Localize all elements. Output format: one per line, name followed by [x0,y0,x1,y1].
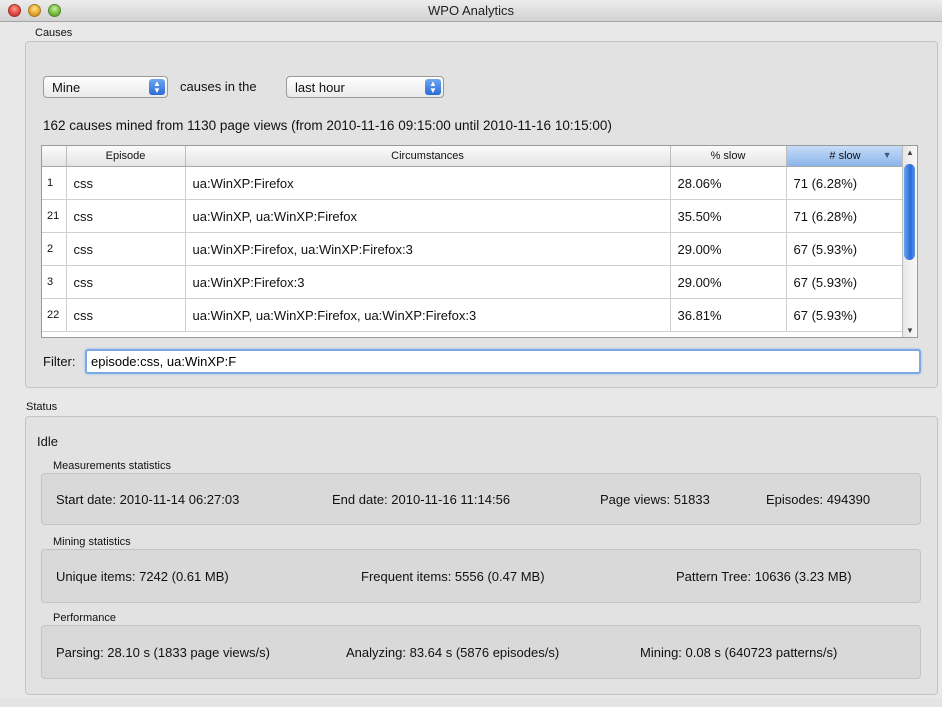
measurements-label: Measurements statistics [53,460,171,472]
table-row[interactable]: 22 css ua:WinXP, ua:WinXP:Firefox, ua:Wi… [42,298,905,332]
cell-episode: css [66,298,186,332]
column-header-number-slow[interactable]: # slow ▼ [786,146,905,167]
table-row[interactable]: 2 css ua:WinXP:Firefox, ua:WinXP:Firefox… [42,232,905,266]
causes-table: Episode Circumstances % slow # slow ▼ 1 … [41,145,918,338]
cell-percent-slow: 36.81% [670,298,787,332]
scrollbar-thumb[interactable] [904,164,915,260]
parsing-performance: Parsing: 28.10 s (1833 page views/s) [56,645,270,660]
cell-index: 22 [42,298,67,332]
cell-index: 3 [42,265,67,299]
updown-arrows-icon: ▲ ▼ [425,79,441,95]
cell-circumstances: ua:WinXP, ua:WinXP:Firefox, ua:WinXP:Fir… [185,298,671,332]
status-state: Idle [37,434,58,449]
table-header-row: Episode Circumstances % slow # slow ▼ [42,146,905,167]
table-row[interactable]: 21 css ua:WinXP, ua:WinXP:Firefox 35.50%… [42,199,905,233]
filter-input[interactable] [85,349,921,374]
causes-section-label: Causes [35,27,73,39]
scroll-down-arrow-icon[interactable]: ▼ [906,326,914,335]
cell-number-slow: 67 (5.93%) [786,298,905,332]
page-views: Page views: 51833 [600,492,710,507]
column-header-index[interactable] [42,146,67,167]
cell-circumstances: ua:WinXP:Firefox:3 [185,265,671,299]
period-select[interactable]: last hour ▲ ▼ [286,76,444,98]
cell-index: 1 [42,166,67,200]
cell-number-slow: 67 (5.93%) [786,265,905,299]
cell-index: 21 [42,199,67,233]
cell-percent-slow: 29.00% [670,265,787,299]
cell-episode: css [66,265,186,299]
episodes: Episodes: 494390 [766,492,871,507]
period-select-value: last hour [295,80,345,95]
cell-circumstances: ua:WinXP:Firefox, ua:WinXP:Firefox:3 [185,232,671,266]
performance-label: Performance [53,612,116,624]
title-bar: WPO Analytics [0,0,942,22]
analyzing-performance: Analyzing: 83.64 s (5876 episodes/s) [346,645,560,660]
cell-percent-slow: 29.00% [670,232,787,266]
filter-label: Filter: [43,354,76,369]
table-row[interactable]: 3 css ua:WinXP:Firefox:3 29.00% 67 (5.93… [42,265,905,299]
cell-number-slow: 71 (6.28%) [786,199,905,233]
status-section-label: Status [26,401,58,413]
column-header-episode[interactable]: Episode [66,146,186,167]
end-date: End date: 2010-11-16 11:14:56 [332,492,511,507]
cell-percent-slow: 35.50% [670,199,787,233]
cell-episode: css [66,232,186,266]
unique-items: Unique items: 7242 (0.61 MB) [56,569,229,584]
mining-summary: 162 causes mined from 1130 page views (f… [43,118,612,133]
scroll-up-arrow-icon[interactable]: ▲ [906,148,914,157]
causes-in-label: causes in the [180,79,257,94]
cell-circumstances: ua:WinXP:Firefox [185,166,671,200]
table-row[interactable]: 1 css ua:WinXP:Firefox 28.06% 71 (6.28%) [42,166,905,200]
column-header-number-slow-label: # slow [829,150,861,162]
column-header-circumstances[interactable]: Circumstances [185,146,671,167]
cell-percent-slow: 28.06% [670,166,787,200]
cell-episode: css [66,199,186,233]
window-bottom-edge [0,698,942,707]
mode-select-value: Mine [52,80,81,95]
cell-episode: css [66,166,186,200]
frequent-items: Frequent items: 5556 (0.47 MB) [361,569,545,584]
cell-index: 2 [42,232,67,266]
mining-statistics-label: Mining statistics [53,536,131,548]
cell-number-slow: 67 (5.93%) [786,232,905,266]
window-title: WPO Analytics [428,3,514,18]
sort-descending-icon: ▼ [882,150,892,160]
table-scrollbar[interactable]: ▲ ▼ [902,146,917,337]
updown-arrows-icon: ▲ ▼ [149,79,165,95]
column-header-percent-slow[interactable]: % slow [670,146,787,167]
cell-number-slow: 71 (6.28%) [786,166,905,200]
mode-select[interactable]: Mine ▲ ▼ [43,76,168,98]
pattern-tree: Pattern Tree: 10636 (3.23 MB) [676,569,852,584]
cell-circumstances: ua:WinXP, ua:WinXP:Firefox [185,199,671,233]
mining-performance: Mining: 0.08 s (640723 patterns/s) [640,645,838,660]
start-date: Start date: 2010-11-14 06:27:03 [56,492,240,507]
